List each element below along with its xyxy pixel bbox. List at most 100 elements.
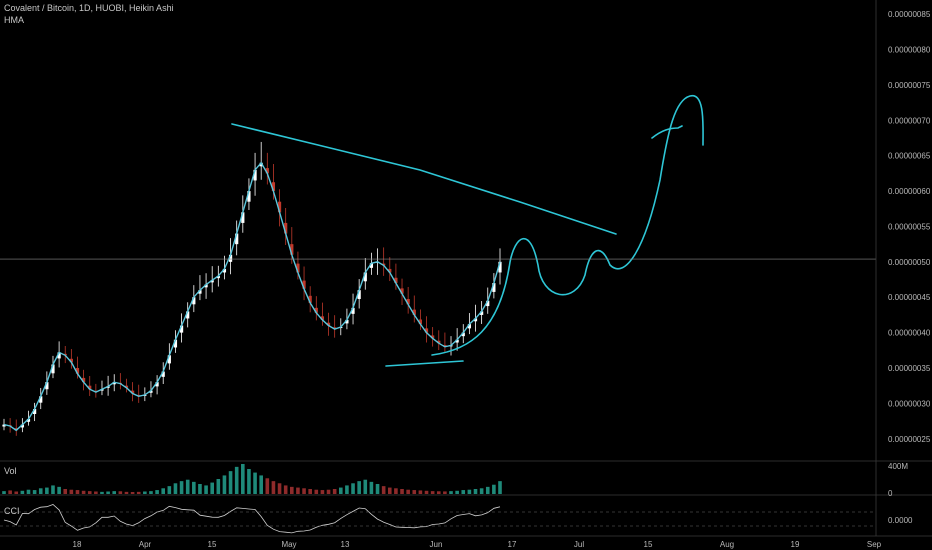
volume-bar <box>443 491 447 494</box>
volume-bar <box>161 488 166 494</box>
resistance-trendline <box>231 123 617 235</box>
time-tick-label: 18 <box>73 540 82 549</box>
price-tick-label: 0.00000050 <box>888 258 931 267</box>
volume-bar <box>26 489 31 494</box>
volume-bar <box>179 481 184 494</box>
volume-bar <box>216 479 221 494</box>
volume-bar <box>314 489 319 494</box>
chart-title[interactable]: Covalent / Bitcoin, 1D, HUOBI, Heikin As… <box>4 3 174 13</box>
volume-bar <box>259 475 263 494</box>
price-tick-label: 0.00000035 <box>888 364 931 373</box>
volume-bar <box>418 490 423 494</box>
volume-bar <box>8 490 12 494</box>
volume-tick-label: 400M <box>888 462 908 471</box>
volume-bar <box>473 489 478 494</box>
volume-bar <box>136 491 141 494</box>
volume-bar <box>100 491 104 494</box>
volume-bar <box>498 481 502 494</box>
price-tick-label: 0.00000065 <box>888 152 931 161</box>
volume-bar <box>234 466 239 494</box>
cci-axis: 0.0000 <box>888 516 913 525</box>
volume-bar <box>302 488 306 494</box>
volume-bar <box>400 489 404 494</box>
volume-bar <box>271 481 276 494</box>
volume-bar <box>63 489 68 494</box>
volume-bar <box>45 487 49 494</box>
volume-bar <box>14 491 19 494</box>
volume-bar <box>247 469 251 494</box>
price-tick-label: 0.00000030 <box>888 399 931 408</box>
price-tick-label: 0.00000025 <box>888 435 931 444</box>
volume-bar <box>38 488 43 494</box>
volume-bar <box>192 481 196 494</box>
volume-bar <box>308 489 312 494</box>
volume-bar <box>351 483 355 494</box>
volume-bar <box>51 485 55 494</box>
volume-bar <box>143 491 147 494</box>
volume-bar <box>185 479 190 494</box>
time-tick-label: May <box>281 540 296 549</box>
price-tick-label: 0.00000070 <box>888 116 931 125</box>
time-tick-label: Jul <box>574 540 584 549</box>
cci-pane-label[interactable]: CCI <box>4 506 20 516</box>
volume-bar <box>394 488 398 494</box>
volume-bar <box>241 464 245 494</box>
volume-bar <box>130 492 135 494</box>
volume-bar <box>430 491 435 494</box>
volume-bar <box>375 484 380 494</box>
volume-bar <box>265 478 270 494</box>
chart-canvas: 0.00000025 0.00000030 0.00000035 0.00000040… <box>0 0 932 549</box>
time-axis[interactable]: 18 Apr 15 May 13 Jun 17 Jul 15 Aug 19 Sep <box>73 540 882 549</box>
volume-bar <box>173 483 178 494</box>
volume-bar <box>32 490 37 494</box>
volume-bar <box>357 481 361 494</box>
projection-arrow <box>651 125 683 139</box>
volume-bar <box>461 490 466 494</box>
time-tick-label: 13 <box>341 540 350 549</box>
volume-bar <box>369 481 374 494</box>
volume-tick-label: 0 <box>888 489 893 498</box>
volume-bar <box>406 489 410 494</box>
volume-bar <box>112 491 117 494</box>
support-trendline <box>385 360 464 367</box>
volume-bar <box>167 486 172 494</box>
volume-bar <box>326 489 331 494</box>
price-tick-label: 0.00000055 <box>888 222 931 231</box>
volume-bar <box>455 490 459 494</box>
time-tick-label: Aug <box>720 540 734 549</box>
volume-bar <box>69 489 74 494</box>
volume-bar <box>332 489 337 494</box>
time-tick-label: Apr <box>139 540 152 549</box>
volume-bar <box>210 482 214 494</box>
indicator-label[interactable]: HMA <box>4 15 24 25</box>
volume-bar <box>2 491 6 494</box>
volume-bar <box>81 490 86 494</box>
volume-bar <box>155 490 159 494</box>
volume-bar <box>204 485 208 494</box>
volume-bar <box>87 491 92 494</box>
volume-axis: 400M 0 <box>888 462 908 498</box>
time-tick-label: 19 <box>791 540 800 549</box>
volume-bars <box>2 464 502 494</box>
volume-bar <box>479 488 484 494</box>
volume-pane-label[interactable]: Vol <box>4 466 17 476</box>
volume-bar <box>75 490 80 494</box>
price-tick-label: 0.00000045 <box>888 293 931 302</box>
volume-bar <box>381 486 386 494</box>
hma-line <box>3 161 501 432</box>
volume-bar <box>118 491 123 494</box>
price-tick-label: 0.00000080 <box>888 46 931 55</box>
volume-bar <box>436 491 441 494</box>
price-axis[interactable]: 0.00000025 0.00000030 0.00000035 0.00000040… <box>888 10 931 444</box>
cci-tick-label: 0.0000 <box>888 516 913 525</box>
volume-bar <box>449 491 453 494</box>
volume-bar <box>198 484 202 494</box>
volume-bar <box>485 486 490 494</box>
volume-bar <box>467 489 472 494</box>
volume-bar <box>296 487 300 494</box>
time-tick-label: 17 <box>508 540 517 549</box>
volume-bar <box>387 487 392 494</box>
volume-bar <box>338 487 343 494</box>
volume-bar <box>149 491 153 494</box>
volume-bar <box>106 491 110 494</box>
